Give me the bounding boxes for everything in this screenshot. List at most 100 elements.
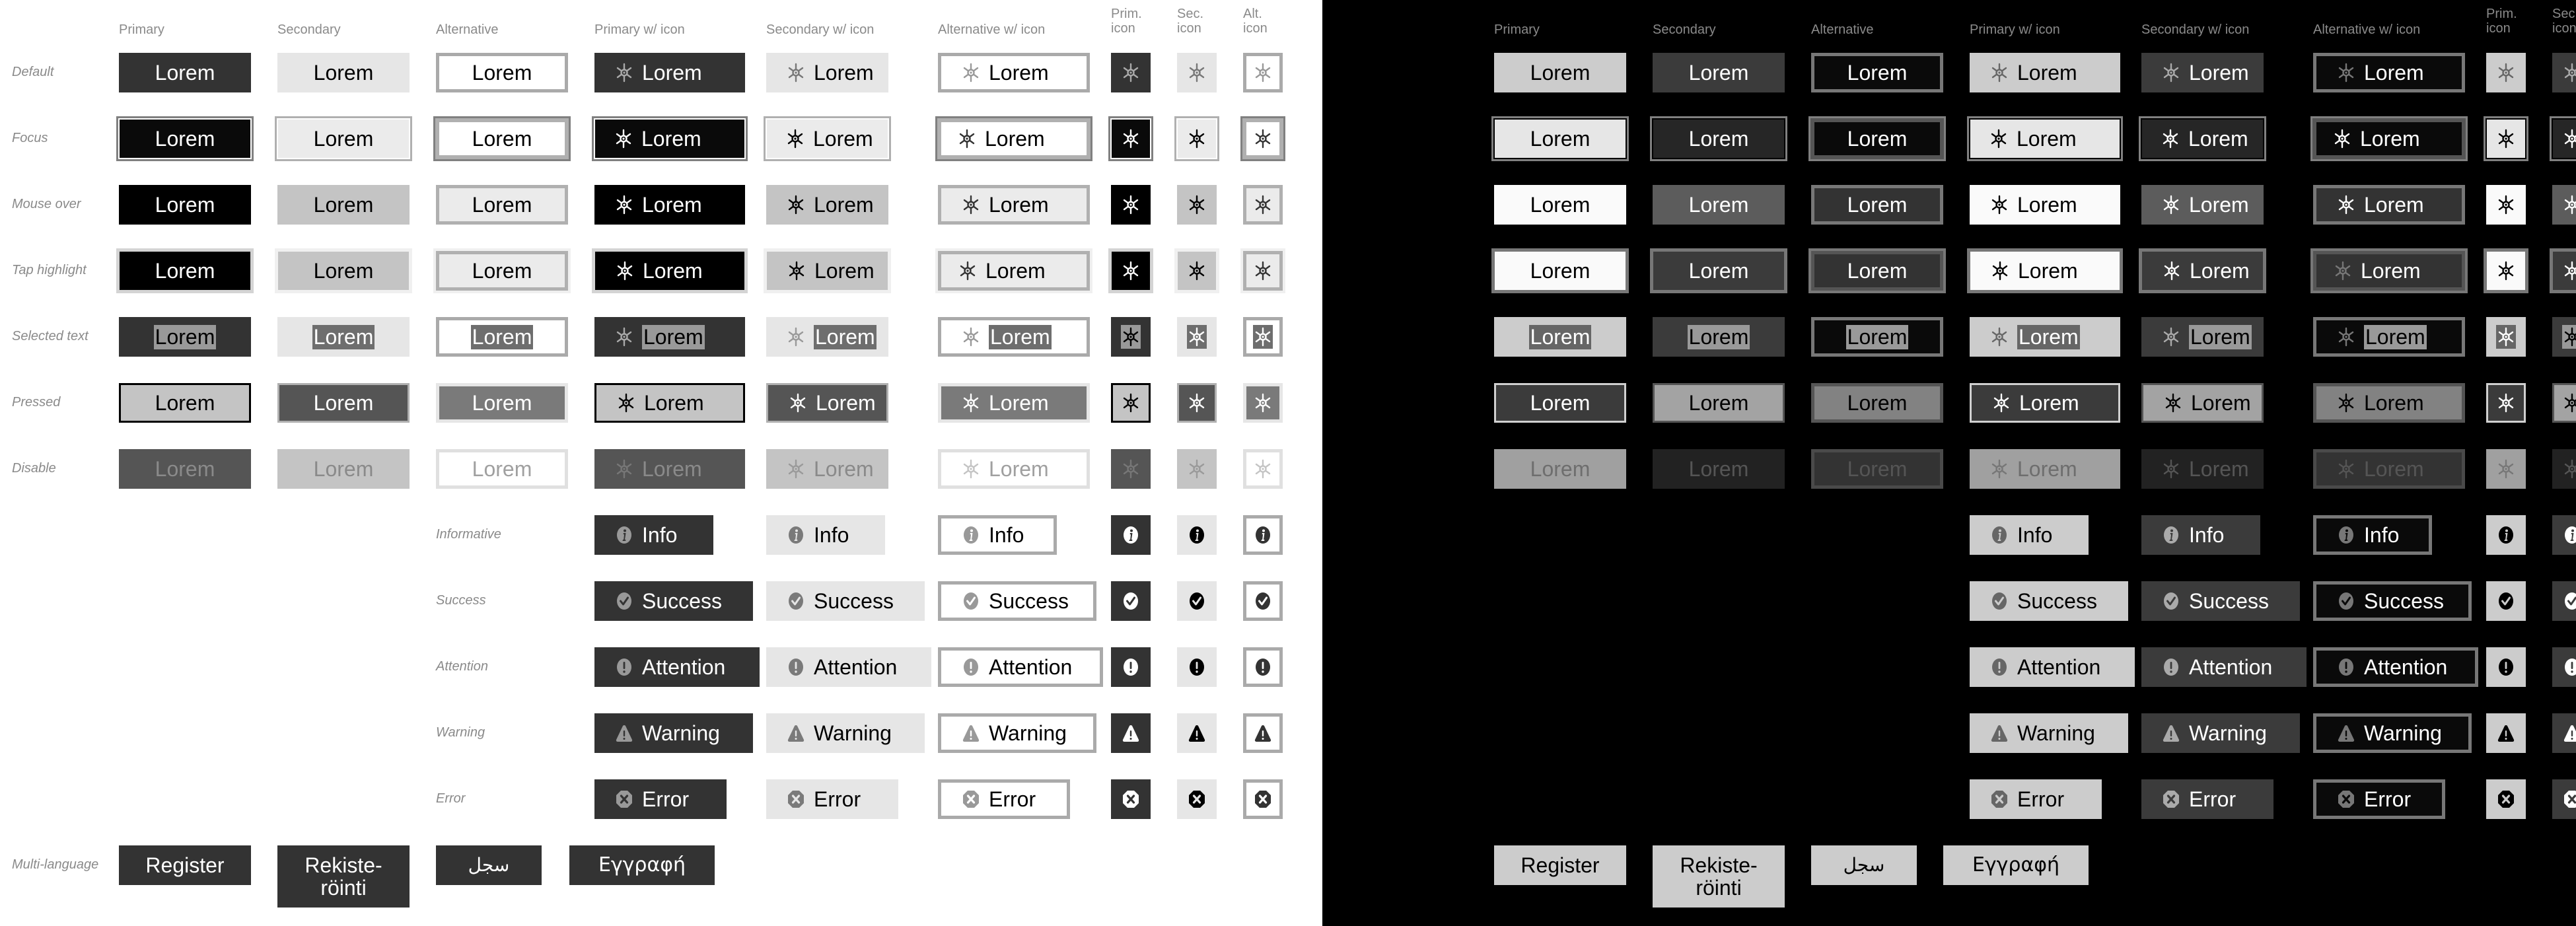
light-secondary-icon-text-button-focus[interactable]: Lorem — [764, 116, 891, 161]
dark-alternative-button-default[interactable]: Lorem — [1811, 53, 1943, 92]
dark-secondary-icon-text-button-focus[interactable]: Lorem — [2139, 116, 2266, 161]
light-primary-icon-button-default[interactable] — [1111, 53, 1151, 92]
light-secondary-attention-button[interactable]: Attention — [766, 647, 931, 687]
dark-primary-icon-text-button-pressed[interactable]: Lorem — [1970, 383, 2120, 423]
light-alternative-icon-button-tap-highlight[interactable] — [1240, 248, 1285, 293]
dark-alternative-warning-button[interactable]: Warning — [2313, 713, 2472, 753]
dark-primary-error-button[interactable]: Error — [1970, 779, 2102, 819]
light-primary-button-pressed[interactable]: Lorem — [119, 383, 251, 423]
dark-primary-button-tap-highlight[interactable]: Lorem — [1491, 248, 1629, 293]
light-primary-info-icon-button[interactable] — [1111, 515, 1151, 555]
light-secondary-icon-text-button-mouse-over[interactable]: Lorem — [766, 185, 888, 225]
dark-secondary-icon-button-default[interactable] — [2552, 53, 2576, 92]
dark-primary-info-icon-button[interactable] — [2486, 515, 2526, 555]
dark-primary-icon-text-button-mouse-over[interactable]: Lorem — [1970, 185, 2120, 225]
light-alternative-icon-button-default[interactable] — [1243, 53, 1283, 92]
dark-primary-icon-text-button-focus[interactable]: Lorem — [1967, 116, 2123, 161]
light-secondary-icon-button-mouse-over[interactable] — [1177, 185, 1217, 225]
dark-secondary-icon-text-button-selected-text[interactable]: Lorem — [2141, 317, 2264, 357]
dark-secondary-button-disable[interactable]: Lorem — [1653, 449, 1785, 489]
light-primary-icon-button-tap-highlight[interactable] — [1108, 248, 1153, 293]
dark-primary-icon-text-button-tap-highlight[interactable]: Lorem — [1967, 248, 2123, 293]
dark-primary-info-button[interactable]: Info — [1970, 515, 2089, 555]
light-alternative-warning-icon-button[interactable] — [1243, 713, 1283, 753]
dark-secondary-icon-text-button-mouse-over[interactable]: Lorem — [2141, 185, 2264, 225]
dark-secondary-warning-button[interactable]: Warning — [2141, 713, 2300, 753]
dark-primary-icon-button-tap-highlight[interactable] — [2484, 248, 2528, 293]
light-secondary-error-button[interactable]: Error — [766, 779, 898, 819]
light-secondary-button-default[interactable]: Lorem — [277, 53, 410, 92]
dark-secondary-info-icon-button[interactable] — [2552, 515, 2576, 555]
light-secondary-button-focus[interactable]: Lorem — [275, 116, 412, 161]
dark-secondary-success-icon-button[interactable] — [2552, 581, 2576, 621]
light-alternative-info-button[interactable]: Info — [938, 515, 1057, 555]
light-multi-language-button-0[interactable]: Register — [119, 845, 251, 885]
dark-primary-attention-icon-button[interactable] — [2486, 647, 2526, 687]
light-primary-button-selected-text[interactable]: Lorem — [119, 317, 251, 357]
dark-primary-icon-button-focus[interactable] — [2484, 116, 2528, 161]
light-primary-button-focus[interactable]: Lorem — [116, 116, 254, 161]
dark-secondary-button-pressed[interactable]: Lorem — [1653, 383, 1785, 423]
dark-secondary-button-selected-text[interactable]: Lorem — [1653, 317, 1785, 357]
light-secondary-icon-button-disable[interactable] — [1177, 449, 1217, 489]
light-secondary-icon-text-button-pressed[interactable]: Lorem — [766, 383, 888, 423]
dark-secondary-attention-button[interactable]: Attention — [2141, 647, 2307, 687]
dark-secondary-info-button[interactable]: Info — [2141, 515, 2260, 555]
light-primary-attention-icon-button[interactable] — [1111, 647, 1151, 687]
dark-primary-icon-button-pressed[interactable] — [2486, 383, 2526, 423]
dark-primary-icon-button-disable[interactable] — [2486, 449, 2526, 489]
light-secondary-button-pressed[interactable]: Lorem — [277, 383, 410, 423]
dark-primary-icon-text-button-selected-text[interactable]: Lorem — [1970, 317, 2120, 357]
light-alternative-icon-text-button-disable[interactable]: Lorem — [938, 449, 1090, 489]
light-alternative-icon-text-button-default[interactable]: Lorem — [938, 53, 1090, 92]
light-alternative-icon-text-button-selected-text[interactable]: Lorem — [938, 317, 1090, 357]
light-primary-icon-text-button-pressed[interactable]: Lorem — [594, 383, 745, 423]
dark-primary-warning-icon-button[interactable] — [2486, 713, 2526, 753]
light-primary-icon-button-mouse-over[interactable] — [1111, 185, 1151, 225]
light-alternative-icon-button-focus[interactable] — [1240, 116, 1285, 161]
dark-primary-button-selected-text[interactable]: Lorem — [1494, 317, 1626, 357]
dark-alternative-icon-text-button-disable[interactable]: Lorem — [2313, 449, 2465, 489]
light-alternative-icon-text-button-mouse-over[interactable]: Lorem — [938, 185, 1090, 225]
dark-primary-success-icon-button[interactable] — [2486, 581, 2526, 621]
light-alternative-attention-icon-button[interactable] — [1243, 647, 1283, 687]
light-secondary-icon-button-default[interactable] — [1177, 53, 1217, 92]
light-multi-language-button-2[interactable]: سجل — [436, 845, 542, 885]
light-primary-info-button[interactable]: Info — [594, 515, 713, 555]
dark-alternative-icon-text-button-default[interactable]: Lorem — [2313, 53, 2465, 92]
light-alternative-info-icon-button[interactable] — [1243, 515, 1283, 555]
light-primary-icon-button-focus[interactable] — [1108, 116, 1153, 161]
light-primary-error-button[interactable]: Error — [594, 779, 727, 819]
dark-primary-icon-button-default[interactable] — [2486, 53, 2526, 92]
light-secondary-success-button[interactable]: Success — [766, 581, 925, 621]
light-secondary-warning-icon-button[interactable] — [1177, 713, 1217, 753]
light-primary-warning-icon-button[interactable] — [1111, 713, 1151, 753]
dark-alternative-button-selected-text[interactable]: Lorem — [1811, 317, 1943, 357]
dark-primary-success-button[interactable]: Success — [1970, 581, 2128, 621]
dark-secondary-icon-button-selected-text[interactable] — [2552, 317, 2576, 357]
light-primary-icon-button-selected-text[interactable] — [1111, 317, 1151, 357]
dark-secondary-icon-text-button-disable[interactable]: Lorem — [2141, 449, 2264, 489]
dark-alternative-success-button[interactable]: Success — [2313, 581, 2472, 621]
light-secondary-icon-button-focus[interactable] — [1174, 116, 1219, 161]
dark-primary-icon-text-button-disable[interactable]: Lorem — [1970, 449, 2120, 489]
light-alternative-button-mouse-over[interactable]: Lorem — [436, 185, 568, 225]
light-alternative-button-tap-highlight[interactable]: Lorem — [433, 248, 571, 293]
dark-primary-icon-text-button-default[interactable]: Lorem — [1970, 53, 2120, 92]
dark-primary-icon-button-mouse-over[interactable] — [2486, 185, 2526, 225]
light-alternative-icon-button-selected-text[interactable] — [1243, 317, 1283, 357]
light-secondary-success-icon-button[interactable] — [1177, 581, 1217, 621]
dark-primary-icon-button-selected-text[interactable] — [2486, 317, 2526, 357]
light-alternative-icon-text-button-tap-highlight[interactable]: Lorem — [935, 248, 1092, 293]
dark-primary-error-icon-button[interactable] — [2486, 779, 2526, 819]
dark-alternative-button-mouse-over[interactable]: Lorem — [1811, 185, 1943, 225]
dark-secondary-icon-button-mouse-over[interactable] — [2552, 185, 2576, 225]
light-secondary-icon-button-tap-highlight[interactable] — [1174, 248, 1219, 293]
light-multi-language-button-3[interactable]: Εγγραφή — [569, 845, 715, 885]
light-alternative-button-default[interactable]: Lorem — [436, 53, 568, 92]
dark-alternative-button-pressed[interactable]: Lorem — [1811, 383, 1943, 423]
dark-primary-button-pressed[interactable]: Lorem — [1494, 383, 1626, 423]
light-alternative-icon-text-button-pressed[interactable]: Lorem — [938, 383, 1090, 423]
light-alternative-button-pressed[interactable]: Lorem — [436, 383, 568, 423]
dark-primary-button-focus[interactable]: Lorem — [1491, 116, 1629, 161]
